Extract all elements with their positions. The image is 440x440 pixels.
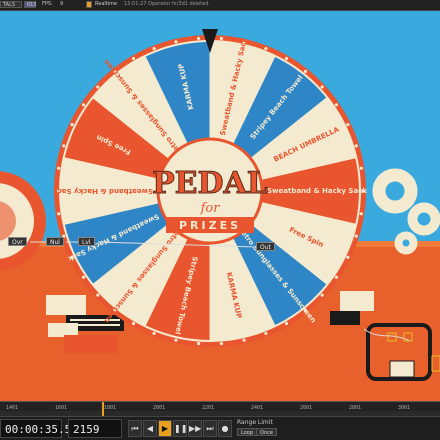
wheel-light bbox=[152, 331, 156, 336]
wheel-light bbox=[219, 341, 224, 346]
wheel-light bbox=[219, 36, 224, 41]
fps-label: FPS: bbox=[42, 1, 53, 7]
wheel-light bbox=[303, 69, 307, 73]
playbar: 00:00:35.58 2159 ⏮ ◀ ▶ ❚❚ ▶▶ ⏭ ● Range L… bbox=[0, 416, 440, 440]
wheel-light bbox=[264, 331, 268, 336]
node-ovr[interactable]: Ovr bbox=[8, 237, 27, 246]
badge[interactable]: 013 bbox=[24, 1, 37, 8]
node-lvl[interactable]: Lvl bbox=[78, 237, 95, 246]
wheel-light bbox=[81, 275, 86, 279]
wheel-light bbox=[174, 338, 178, 342]
wheel-light bbox=[131, 56, 136, 61]
wheel-light bbox=[334, 275, 339, 279]
fps-value: 9 bbox=[60, 1, 64, 7]
wheel-light bbox=[354, 234, 358, 238]
realtime-checkbox[interactable] bbox=[86, 1, 92, 8]
realtime-label[interactable]: Realtime bbox=[95, 1, 117, 8]
pause-button[interactable]: ❚❚ bbox=[173, 420, 187, 437]
wheel-light bbox=[359, 166, 363, 170]
play-icon: ▶ bbox=[161, 424, 169, 433]
skip-start-icon: ⏮ bbox=[131, 424, 139, 433]
frame-field[interactable]: 2159 bbox=[68, 419, 122, 438]
wheel-light bbox=[354, 144, 358, 148]
record-icon: ● bbox=[221, 424, 229, 433]
wheel-light bbox=[174, 40, 178, 44]
wheel-light bbox=[96, 85, 100, 89]
wheel-light bbox=[334, 103, 339, 107]
network-viewport[interactable]: Sweatband & Hacky Sack Stripey Beach Towe… bbox=[0, 11, 440, 401]
wheel-light bbox=[152, 46, 156, 51]
wheel-light bbox=[81, 103, 86, 107]
timecode-field[interactable]: 00:00:35.58 bbox=[0, 419, 78, 438]
step-forward-icon: ▶▶ bbox=[189, 424, 202, 433]
step-back-button[interactable]: ◀ bbox=[143, 420, 157, 437]
wheel-light bbox=[196, 36, 201, 41]
wheel-light bbox=[242, 338, 246, 342]
app-window: TALS 013 FPS: 9 Realtime 13:01:27 Operat… bbox=[0, 0, 440, 440]
wheel-light bbox=[70, 123, 74, 127]
wheel-light bbox=[57, 212, 61, 216]
wheel-light bbox=[359, 212, 363, 216]
top-toolbar: TALS 013 FPS: 9 Realtime 13:01:27 Operat… bbox=[0, 0, 440, 11]
pause-icon: ❚❚ bbox=[174, 424, 188, 433]
step-forward-button[interactable]: ▶▶ bbox=[188, 420, 202, 437]
playhead[interactable] bbox=[102, 402, 104, 417]
step-back-icon: ◀ bbox=[146, 424, 154, 433]
node-out[interactable]: Out bbox=[256, 242, 275, 251]
wheel-light bbox=[346, 255, 350, 259]
node-nul[interactable]: Nul bbox=[46, 237, 64, 246]
wheel-light bbox=[57, 166, 61, 170]
hub-prizes: PRIZES bbox=[179, 219, 241, 232]
timeline-ruler[interactable]: 1401 1601 1801 2001 2201 2401 2601 2801 3001 bbox=[0, 401, 440, 417]
wheel-light bbox=[346, 123, 350, 127]
wheel-segment-label: Sweatband & Hacky Sack bbox=[53, 187, 153, 195]
play-button[interactable]: ▶ bbox=[158, 420, 172, 437]
wheel-light bbox=[131, 321, 136, 326]
status-message: 13:01:27 Operator fx/3d1 deleted. bbox=[124, 1, 211, 7]
loop-button[interactable]: Loop bbox=[237, 428, 257, 436]
wheel-light bbox=[284, 56, 289, 61]
wheel-light bbox=[62, 144, 66, 148]
wheel-light bbox=[320, 293, 324, 297]
wheel-segment-label: Sweatband & Hacky Sack bbox=[267, 187, 367, 195]
range-limit-label: Range Limit bbox=[237, 419, 273, 426]
skip-end-button[interactable]: ⏭ bbox=[203, 420, 217, 437]
wheel-light bbox=[264, 46, 268, 51]
scene-graphic: Sweatband & Hacky Sack Stripey Beach Towe… bbox=[0, 29, 440, 401]
wheel-light bbox=[320, 85, 324, 89]
once-button[interactable]: Once bbox=[256, 428, 277, 436]
wheel-light bbox=[96, 293, 100, 297]
record-button[interactable]: ● bbox=[218, 420, 232, 437]
hub-title: PEDAL bbox=[152, 166, 268, 201]
wheel-light bbox=[284, 321, 289, 326]
wheel-light bbox=[196, 341, 201, 346]
skip-start-button[interactable]: ⏮ bbox=[128, 420, 142, 437]
skip-end-icon: ⏭ bbox=[206, 424, 214, 433]
hub-for: for bbox=[200, 201, 221, 216]
pane-label[interactable]: TALS bbox=[0, 1, 22, 8]
